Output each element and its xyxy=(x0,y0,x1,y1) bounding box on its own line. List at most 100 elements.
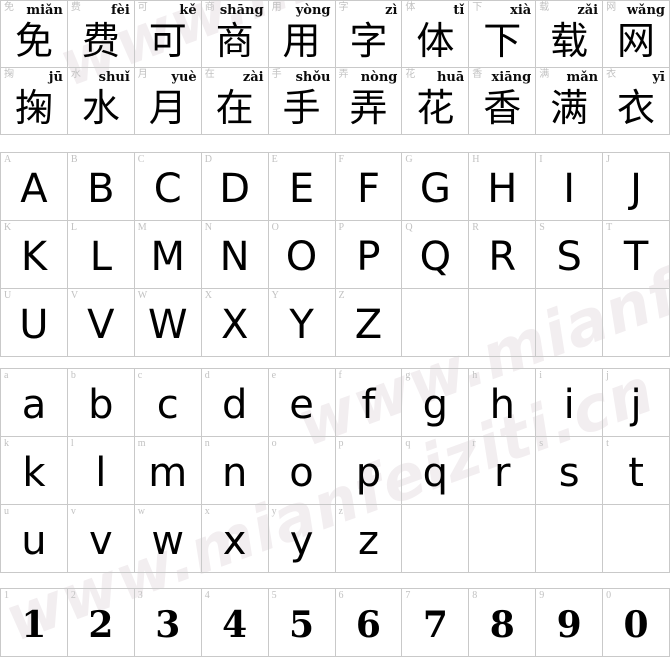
sample-glyph: e xyxy=(289,382,314,428)
glyph-cell: vv xyxy=(67,505,135,573)
glyph-cell: 字 zì 字 xyxy=(335,1,403,68)
glyph-cell: SS xyxy=(536,221,604,289)
glyph-cell: oo xyxy=(268,437,336,505)
sample-glyph: P xyxy=(356,234,381,280)
glyph-cell: WW xyxy=(134,289,202,357)
glyph-cell: pp xyxy=(335,437,403,505)
sample-glyph: d xyxy=(221,382,248,428)
glyph-cell: BB xyxy=(67,153,135,221)
glyph-cell: JJ xyxy=(603,153,670,221)
glyph-cell: ZZ xyxy=(335,289,403,357)
glyph-cell: 77 xyxy=(402,589,470,657)
glyph-cell: EE xyxy=(268,153,336,221)
glyph-cell: uu xyxy=(1,505,68,573)
glyph-cell: GG xyxy=(402,153,470,221)
sample-glyph: n xyxy=(221,450,248,496)
sample-glyph: K xyxy=(20,234,48,280)
glyph-cell: ee xyxy=(268,369,336,437)
uppercase-sample-grid: AABBCCDDEEFFGGHHIIJJKKLLMMNNOOPPQQRRSSTT… xyxy=(0,152,670,357)
glyph-cell: 免 miǎn 免 xyxy=(1,1,68,68)
pinyin-label: jū xyxy=(48,70,63,85)
glyph-cell: 下 xià 下 xyxy=(469,1,537,68)
sample-glyph: 7 xyxy=(422,604,448,646)
glyph-cell: mm xyxy=(134,437,202,505)
sample-glyph: 下 xyxy=(483,19,522,63)
glyph-cell: ll xyxy=(67,437,135,505)
sample-glyph: w xyxy=(151,518,185,564)
glyph-cell: 用 yòng 用 xyxy=(268,1,336,68)
digits-sample-grid: 11223344556677889900 xyxy=(0,588,670,657)
glyph-cell: 可 kě 可 xyxy=(134,1,202,68)
sample-glyph: m xyxy=(148,450,188,496)
glyph-cell: KK xyxy=(1,221,68,289)
pinyin-label: zì xyxy=(385,3,398,18)
sample-glyph: Z xyxy=(354,302,383,348)
sample-glyph: 3 xyxy=(155,604,181,646)
sample-glyph: 0 xyxy=(623,604,649,646)
sample-glyph: l xyxy=(95,450,107,496)
sample-glyph: f xyxy=(361,382,376,428)
sample-glyph: I xyxy=(563,166,576,212)
glyph-cell: 33 xyxy=(134,589,202,657)
glyph-cell-empty xyxy=(603,505,670,573)
glyph-cell: DD xyxy=(201,153,269,221)
pinyin-label: tǐ xyxy=(453,3,465,18)
sample-glyph: A xyxy=(20,166,48,212)
glyph-cell: 满 mǎn 满 xyxy=(536,68,604,135)
pinyin-label: zǎi xyxy=(577,3,599,18)
glyph-cell: 香 xiāng 香 xyxy=(469,68,537,135)
sample-glyph: D xyxy=(219,166,251,212)
pinyin-label: miǎn xyxy=(26,3,63,18)
sample-glyph: 水 xyxy=(81,86,120,130)
glyph-cell: 99 xyxy=(536,589,604,657)
glyph-cell: jj xyxy=(603,369,670,437)
sample-glyph: r xyxy=(494,450,511,496)
sample-glyph: 满 xyxy=(550,86,589,130)
pinyin-label: wǎng xyxy=(626,3,665,18)
glyph-cell: 22 xyxy=(67,589,135,657)
font-specimen-sheet: 免 miǎn 免费 fèi 费可 kě 可商 shāng 商用 yòng 用字 zì 字体 tǐ 体下 xià… xyxy=(0,0,670,660)
pinyin-label: yuè xyxy=(171,70,197,85)
sample-glyph: L xyxy=(89,234,112,280)
pinyin-label: yī xyxy=(652,70,666,85)
glyph-cell: 花 huā 花 xyxy=(402,68,470,135)
sample-glyph: g xyxy=(422,382,449,428)
sample-glyph: a xyxy=(21,382,47,428)
glyph-cell-empty xyxy=(402,289,470,357)
sample-glyph: 弄 xyxy=(349,86,388,130)
sample-glyph: j xyxy=(630,382,642,428)
sample-glyph: i xyxy=(563,382,575,428)
glyph-cell: RR xyxy=(469,221,537,289)
glyph-cell: yy xyxy=(268,505,336,573)
pinyin-label: kě xyxy=(179,3,197,18)
glyph-cell: 在 zài 在 xyxy=(201,68,269,135)
sample-glyph: Q xyxy=(419,234,452,280)
pinyin-label: nòng xyxy=(360,70,398,85)
glyph-cell: 00 xyxy=(603,589,670,657)
sample-glyph: 2 xyxy=(88,604,114,646)
pinyin-label: shǒu xyxy=(295,70,331,85)
glyph-cell: rr xyxy=(469,437,537,505)
sample-glyph: t xyxy=(628,450,644,496)
glyph-cell: 44 xyxy=(201,589,269,657)
pinyin-label: xià xyxy=(510,3,532,18)
glyph-cell: ff xyxy=(335,369,403,437)
sample-glyph: R xyxy=(488,234,517,280)
sample-glyph: H xyxy=(487,166,518,212)
glyph-cell-empty xyxy=(603,289,670,357)
glyph-cell: II xyxy=(536,153,604,221)
sample-glyph: 月 xyxy=(148,86,187,130)
glyph-cell: LL xyxy=(67,221,135,289)
glyph-cell: nn xyxy=(201,437,269,505)
pinyin-label: shāng xyxy=(219,3,264,18)
glyph-cell: bb xyxy=(67,369,135,437)
glyph-cell: 网 wǎng 网 xyxy=(603,1,670,68)
glyph-cell: 11 xyxy=(1,589,68,657)
sample-glyph: 可 xyxy=(148,19,187,63)
glyph-cell: ii xyxy=(536,369,604,437)
sample-glyph: q xyxy=(422,450,449,496)
glyph-cell: gg xyxy=(402,369,470,437)
glyph-cell: VV xyxy=(67,289,135,357)
sample-glyph: 花 xyxy=(416,86,455,130)
sample-glyph: M xyxy=(150,234,185,280)
